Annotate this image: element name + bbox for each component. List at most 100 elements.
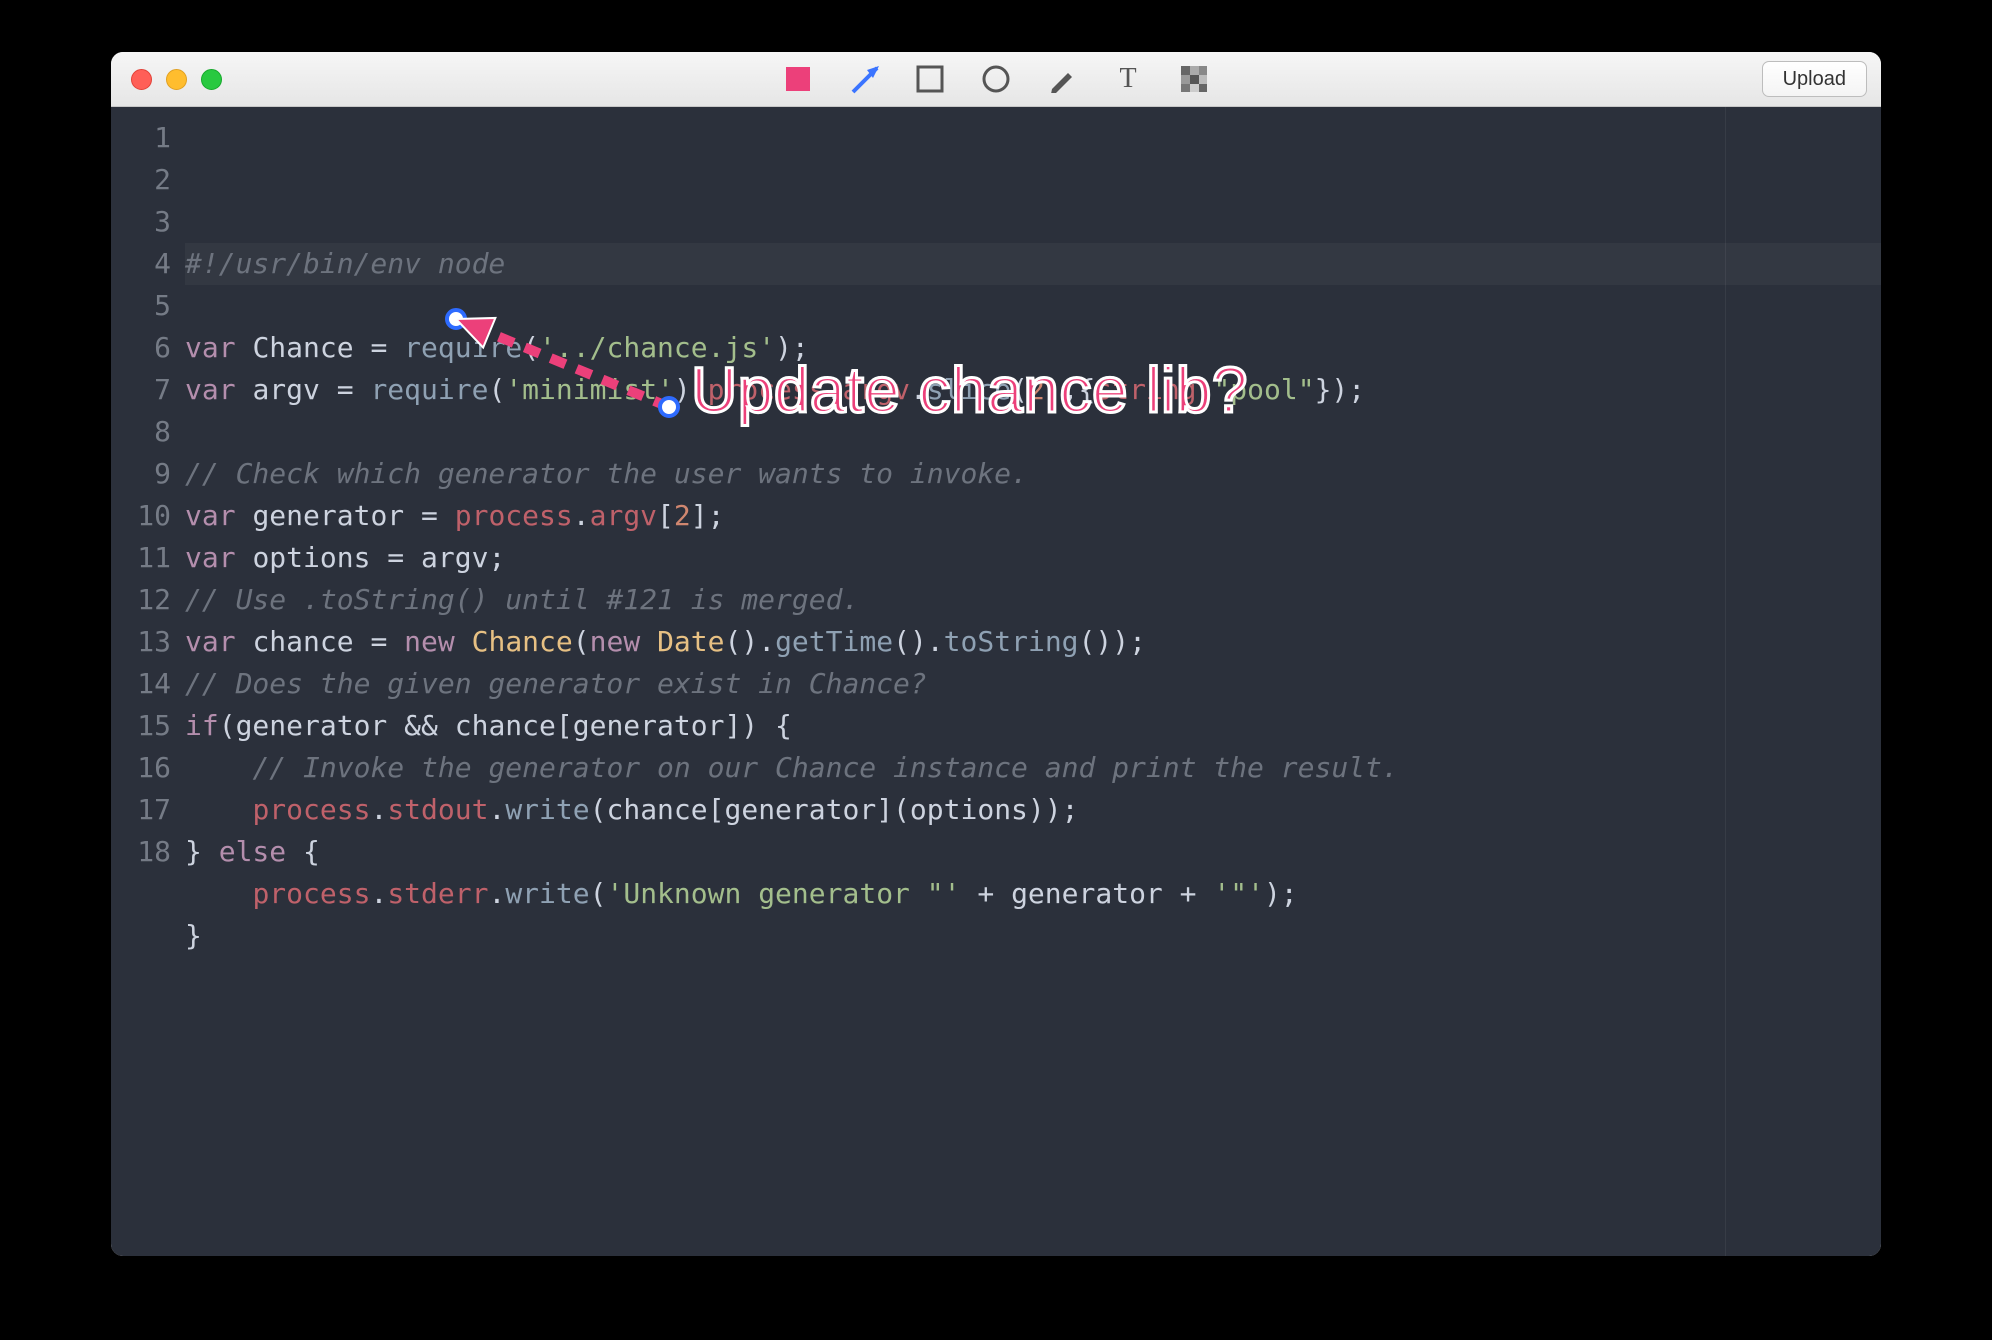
line-number: 17 <box>111 789 171 831</box>
token: . <box>488 789 505 831</box>
code-line[interactable]: // Does the given generator exist in Cha… <box>185 663 1881 705</box>
token: string <box>1095 369 1196 411</box>
token: ); <box>775 327 809 369</box>
pixelate-icon[interactable] <box>1179 64 1209 94</box>
code-line[interactable]: // Invoke the generator on our Chance in… <box>185 747 1881 789</box>
traffic-lights <box>131 69 222 90</box>
app-window: T Upload 123456789101112131415161718 #!/… <box>111 52 1881 1256</box>
arrow-icon[interactable] <box>849 64 879 94</box>
code-line[interactable]: var Chance = require('../chance.js'); <box>185 327 1881 369</box>
token: new <box>404 621 471 663</box>
code-line[interactable]: // Check which generator the user wants … <box>185 453 1881 495</box>
code-line[interactable]: #!/usr/bin/env node <box>185 243 1881 285</box>
token: )( <box>674 369 708 411</box>
token: (). <box>893 621 944 663</box>
token: "pool" <box>1213 369 1314 411</box>
token: ),{ <box>1045 369 1096 411</box>
token: Date <box>657 621 724 663</box>
line-number: 5 <box>111 285 171 327</box>
token: else <box>219 831 303 873</box>
token: require <box>404 327 522 369</box>
line-number: 14 <box>111 663 171 705</box>
token: process <box>252 789 370 831</box>
line-number: 12 <box>111 579 171 621</box>
token: chance <box>252 621 370 663</box>
token: #!/usr/bin/env node <box>185 243 505 285</box>
token: var <box>185 621 252 663</box>
token: + generator + <box>961 873 1214 915</box>
token: process <box>455 495 573 537</box>
zoom-icon[interactable] <box>201 69 222 90</box>
pencil-icon[interactable] <box>1047 64 1077 94</box>
upload-button[interactable]: Upload <box>1762 61 1867 97</box>
token: 'minimist' <box>505 369 674 411</box>
code-line[interactable] <box>185 411 1881 453</box>
code-line[interactable]: var chance = new Chance(new Date().getTi… <box>185 621 1881 663</box>
token: '../chance.js' <box>539 327 775 369</box>
token: new <box>590 621 657 663</box>
line-number: 2 <box>111 159 171 201</box>
token: = <box>387 537 421 579</box>
token: var <box>185 537 252 579</box>
token: var <box>185 369 252 411</box>
token: = <box>370 621 404 663</box>
token <box>185 873 252 915</box>
code-line[interactable]: var options = argv; <box>185 537 1881 579</box>
token: 2 <box>674 495 691 537</box>
token: (). <box>725 621 776 663</box>
code-line[interactable]: process.stdout.write(chance[generator](o… <box>185 789 1881 831</box>
code-line[interactable]: } else { <box>185 831 1881 873</box>
token: require <box>370 369 488 411</box>
code-line[interactable]: } <box>185 915 1881 957</box>
margin-rule <box>1725 107 1726 1256</box>
code-line[interactable]: var argv = require('minimist')(process.a… <box>185 369 1881 411</box>
token: : <box>1197 369 1214 411</box>
line-number: 4 <box>111 243 171 285</box>
code-editor[interactable]: 123456789101112131415161718 #!/usr/bin/e… <box>111 107 1881 1256</box>
token: . <box>910 369 927 411</box>
token: argv <box>252 369 336 411</box>
line-number: 10 <box>111 495 171 537</box>
line-number: 7 <box>111 369 171 411</box>
line-number: 8 <box>111 411 171 453</box>
token: '"' <box>1213 873 1264 915</box>
token: write <box>505 789 589 831</box>
token: // Invoke the generator on our Chance in… <box>252 747 1398 789</box>
code-line[interactable] <box>185 957 1881 999</box>
code-line[interactable]: process.stderr.write('Unknown generator … <box>185 873 1881 915</box>
token: getTime <box>775 621 893 663</box>
circle-icon[interactable] <box>981 64 1011 94</box>
line-number: 15 <box>111 705 171 747</box>
token: }); <box>1315 369 1366 411</box>
token: (chance[generator](options)); <box>590 789 1079 831</box>
token: slice <box>927 369 1011 411</box>
token: . <box>826 369 843 411</box>
token: ); <box>1264 873 1298 915</box>
code-line[interactable]: if(generator && chance[generator]) { <box>185 705 1881 747</box>
close-icon[interactable] <box>131 69 152 90</box>
code-line[interactable]: // Use .toString() until #121 is merged. <box>185 579 1881 621</box>
token: . <box>573 495 590 537</box>
code-line[interactable]: var generator = process.argv[2]; <box>185 495 1881 537</box>
token: generator <box>252 495 421 537</box>
stage: T Upload 123456789101112131415161718 #!/… <box>0 0 1992 1340</box>
filled-square-icon[interactable] <box>783 64 813 94</box>
line-number: 9 <box>111 453 171 495</box>
token: stderr <box>387 873 488 915</box>
token: options <box>252 537 387 579</box>
token: // Check which generator the user wants … <box>185 453 1028 495</box>
token <box>185 789 252 831</box>
token: // Use .toString() until #121 is merged. <box>185 579 859 621</box>
token: 2 <box>1028 369 1045 411</box>
token: argv; <box>421 537 505 579</box>
rect-icon[interactable] <box>915 64 945 94</box>
token: ( <box>573 621 590 663</box>
token: ( <box>522 327 539 369</box>
token: argv <box>843 369 910 411</box>
token: { <box>303 831 320 873</box>
minimize-icon[interactable] <box>166 69 187 90</box>
code-line[interactable] <box>185 285 1881 327</box>
text-icon[interactable]: T <box>1113 64 1143 94</box>
code-area[interactable]: #!/usr/bin/env node var Chance = require(… <box>185 107 1881 1256</box>
token: ]; <box>691 495 725 537</box>
